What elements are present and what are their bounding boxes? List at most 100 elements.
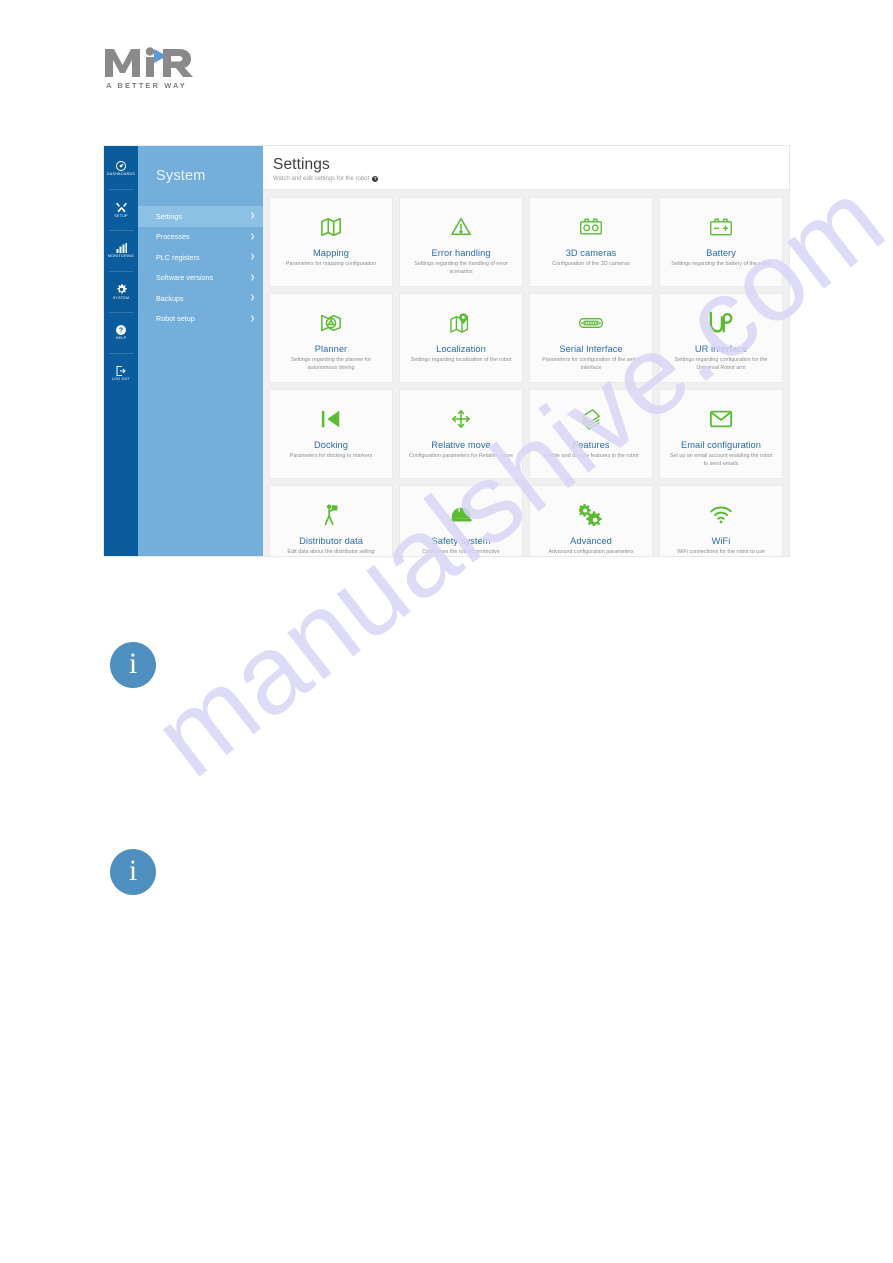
settings-card-localization[interactable]: Localization Settings regarding localiza…: [399, 293, 523, 383]
card-title: Relative move: [431, 440, 491, 450]
card-title: Planner: [314, 344, 348, 354]
mir-logo-mark: [105, 47, 193, 77]
rail-label-dashboards: DASHBOARDS: [106, 172, 136, 177]
person-flag-icon: [320, 500, 342, 530]
card-description: Enable and disable features in the robot: [543, 453, 639, 459]
sidebar-menu: Settings ❯ Processes ❯ PLC registers ❯ S…: [138, 206, 263, 329]
steering-wheel-icon: [319, 308, 343, 338]
card-description: Settings regarding configuration for the…: [674, 357, 768, 371]
settings-card-safety-system[interactable]: Safety system Configures the robot's pro…: [399, 485, 523, 556]
main-content: Settings Watch and edit settings for the…: [263, 146, 789, 556]
question-mark-icon: ?: [115, 324, 127, 336]
dock-arrow-icon: [319, 404, 343, 434]
sidebar-item-robot-setup[interactable]: Robot setup ❯: [138, 309, 263, 330]
svg-text:?: ?: [119, 328, 123, 335]
rail-item-system[interactable]: SYSTEM: [104, 271, 142, 312]
settings-card-3d-cameras[interactable]: 3D cameras Configuration of the 3D camer…: [529, 197, 653, 287]
content-header: Settings Watch and edit settings for the…: [263, 146, 789, 190]
map-folded-icon: [320, 212, 342, 242]
settings-card-distributor-data[interactable]: Distributor data Edit data about the dis…: [269, 485, 393, 556]
card-description: Parameters for docking to markers: [289, 453, 373, 459]
card-title: 3D cameras: [565, 248, 617, 258]
settings-card-relative-move[interactable]: Relative move Configuration parameters f…: [399, 389, 523, 479]
card-title: UR interface: [694, 344, 748, 354]
help-icon[interactable]: ?: [372, 176, 379, 182]
map-pin-icon: [449, 308, 473, 338]
sidebar-item-settings[interactable]: Settings ❯: [138, 206, 263, 227]
card-description: Advanced configuration parameters: [548, 549, 634, 555]
chevron-right-icon: ❯: [249, 233, 255, 240]
gear-icon: [115, 283, 128, 296]
serial-port-icon: [578, 308, 604, 338]
rail-label-monitoring: MONITORING: [107, 254, 135, 259]
rail-item-dashboards[interactable]: DASHBOARDS: [104, 148, 138, 189]
ur-logo-icon: [708, 308, 734, 338]
sidebar-item-backups[interactable]: Backups ❯: [138, 288, 263, 309]
primary-nav-rail: DASHBOARDS SETUP MONITORING SYSTEM ? HEL…: [104, 146, 142, 556]
dashboard-icon: [115, 160, 127, 172]
rail-label-setup: SETUP: [114, 213, 128, 218]
card-description: Settings regarding the planner for auton…: [290, 357, 371, 371]
rail-item-help[interactable]: ? HELP: [104, 312, 138, 353]
gears-icon: [579, 500, 603, 530]
settings-card-wifi[interactable]: WiFi WiFi connections for the robot to u…: [659, 485, 783, 556]
page-title: Settings: [273, 156, 330, 173]
camera-3d-icon: [579, 212, 603, 242]
secondary-sidebar: System Settings ❯ Processes ❯ PLC regist…: [138, 146, 263, 556]
stack-layers-icon: [579, 404, 603, 434]
rail-item-monitoring[interactable]: MONITORING: [104, 230, 138, 271]
settings-card-error-handling[interactable]: Error handling Settings regarding the ha…: [399, 197, 523, 287]
chart-bars-icon: [115, 242, 128, 254]
four-arrows-icon: [449, 404, 473, 434]
settings-card-email-configuration[interactable]: Email configuration Set up an email acco…: [659, 389, 783, 479]
settings-card-battery[interactable]: Battery Settings regarding the battery o…: [659, 197, 783, 287]
settings-card-grid: Mapping Parameters for mapping configura…: [263, 190, 789, 556]
card-description: Set up an email account enabling the rob…: [669, 453, 773, 467]
card-title: Safety system: [431, 536, 491, 546]
card-title: Distributor data: [299, 536, 363, 546]
sidebar-item-label: Backups: [156, 293, 184, 303]
logout-arrow-icon: [115, 365, 127, 377]
rail-label-system: SYSTEM: [112, 295, 130, 300]
card-title: Localization: [436, 344, 486, 354]
sidebar-item-label: Settings: [156, 211, 182, 221]
card-description: Parameters for mapping configuration: [285, 261, 377, 267]
page-subtitle-row: Watch and edit settings for the robot ?: [273, 176, 789, 182]
card-title: Email configuration: [680, 440, 761, 450]
sidebar-item-processes[interactable]: Processes ❯: [138, 227, 263, 248]
settings-card-mapping[interactable]: Mapping Parameters for mapping configura…: [269, 197, 393, 287]
card-description: Settings regarding the handling of error…: [414, 261, 508, 275]
settings-card-advanced[interactable]: Advanced Advanced configuration paramete…: [529, 485, 653, 556]
mir-robot-interface-screenshot: DASHBOARDS SETUP MONITORING SYSTEM ? HEL…: [104, 146, 789, 556]
settings-card-serial-interface[interactable]: Serial Interface Parameters for configur…: [529, 293, 653, 383]
wrench-icon: [115, 201, 128, 214]
info-icon-2: i: [110, 849, 156, 895]
sidebar-item-label: Processes: [156, 232, 190, 242]
rail-item-log-out[interactable]: LOG OUT: [104, 353, 138, 394]
card-description: Configuration parameters for Relative mo…: [408, 453, 514, 459]
card-title: Serial Interface: [559, 344, 623, 354]
rail-label-help: HELP: [115, 336, 127, 341]
settings-card-docking[interactable]: Docking Parameters for docking to marker…: [269, 389, 393, 479]
card-title: Advanced: [570, 536, 612, 546]
chevron-right-icon: ❯: [249, 295, 255, 302]
info-glyph: i: [128, 647, 138, 680]
page: manualshive.com A BETTER WAY DASHBOARDS …: [0, 0, 893, 1263]
sidebar-item-label: Software versions: [156, 273, 214, 283]
rail-label-log-out: LOG OUT: [111, 377, 131, 382]
page-subtitle: Watch and edit settings for the robot: [273, 176, 370, 182]
card-description: Edit data about the distributor selling: [287, 549, 375, 555]
settings-card-planner[interactable]: Planner Settings regarding the planner f…: [269, 293, 393, 383]
sidebar-item-plc-registers[interactable]: PLC registers ❯: [138, 247, 263, 268]
warning-triangle-icon: [450, 212, 472, 242]
rail-item-setup[interactable]: SETUP: [104, 189, 138, 230]
helmet-icon: [449, 500, 473, 530]
card-description: Configures the robot's protective: [422, 549, 500, 555]
card-title: Features: [572, 440, 610, 450]
settings-card-ur-interface[interactable]: UR interface Settings regarding configur…: [659, 293, 783, 383]
chevron-right-icon: ❯: [249, 315, 255, 322]
sidebar-item-software-versions[interactable]: Software versions ❯: [138, 268, 263, 289]
card-description: Parameters for configuration of the seri…: [542, 357, 640, 371]
settings-card-features[interactable]: Features Enable and disable features in …: [529, 389, 653, 479]
sidebar-item-label: Robot setup: [156, 314, 195, 324]
